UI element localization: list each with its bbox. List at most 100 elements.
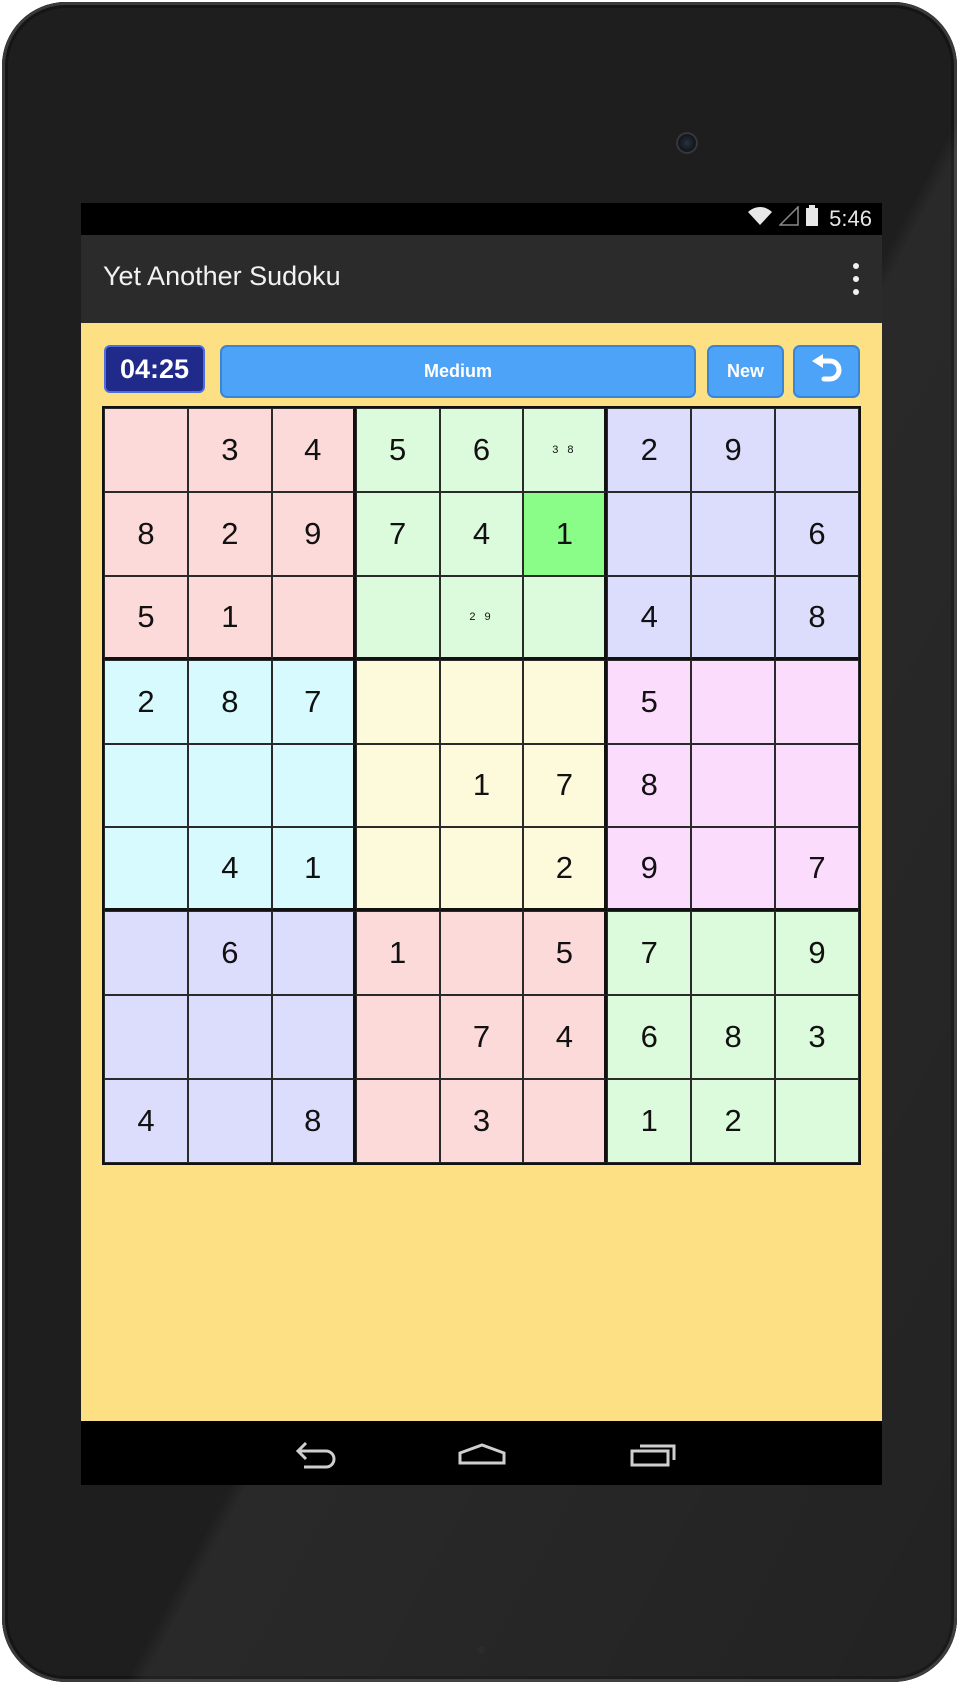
sudoku-cell[interactable]: 1	[187, 575, 272, 660]
navigation-bar	[81, 1421, 882, 1485]
sudoku-cell[interactable]	[271, 995, 356, 1080]
sudoku-cell[interactable]: 8	[104, 491, 188, 576]
sudoku-cell[interactable]	[439, 659, 524, 744]
action-bar: Yet Another Sudoku	[81, 235, 882, 325]
sudoku-cell[interactable]: 5	[355, 408, 440, 492]
sudoku-cell[interactable]: 1	[523, 491, 608, 576]
sudoku-cell[interactable]	[271, 911, 356, 996]
status-time: 5:46	[829, 206, 872, 231]
sudoku-cell[interactable]: 6	[775, 491, 859, 576]
sudoku-cell[interactable]: 3	[439, 1079, 524, 1163]
sudoku-cell-notes[interactable]: 2 9	[439, 575, 524, 660]
sudoku-cell[interactable]	[775, 1079, 859, 1163]
sudoku-cell[interactable]: 7	[607, 911, 692, 996]
sudoku-cell[interactable]: 7	[523, 743, 608, 828]
sudoku-cell[interactable]	[104, 827, 188, 912]
sudoku-cell[interactable]: 9	[775, 911, 859, 996]
sudoku-cell[interactable]	[523, 575, 608, 660]
sudoku-cell[interactable]: 4	[439, 491, 524, 576]
sudoku-cell[interactable]: 7	[271, 659, 356, 744]
sudoku-cell[interactable]: 4	[607, 575, 692, 660]
sudoku-cell[interactable]	[104, 408, 188, 492]
sudoku-cell[interactable]	[355, 827, 440, 912]
sudoku-cell[interactable]: 8	[271, 1079, 356, 1163]
sudoku-cell[interactable]: 4	[104, 1079, 188, 1163]
sudoku-cell[interactable]	[271, 743, 356, 828]
sudoku-cell[interactable]: 8	[775, 575, 859, 660]
sudoku-cell[interactable]	[355, 743, 440, 828]
sudoku-cell[interactable]: 5	[607, 659, 692, 744]
back-icon	[286, 1441, 346, 1477]
game-content: 04:25 Medium New 34563 8298297416512 948…	[81, 323, 882, 1421]
sudoku-board: 34563 8298297416512 94828751784129761579…	[102, 406, 861, 1165]
sudoku-cell[interactable]: 4	[187, 827, 272, 912]
sudoku-cell[interactable]	[104, 995, 188, 1080]
sudoku-cell[interactable]	[104, 911, 188, 996]
sudoku-cell[interactable]: 7	[355, 491, 440, 576]
sudoku-cell[interactable]: 6	[439, 408, 524, 492]
new-game-button[interactable]: New	[707, 345, 784, 398]
undo-icon	[810, 354, 844, 389]
overflow-menu-icon[interactable]	[848, 263, 864, 295]
sudoku-cell[interactable]: 6	[187, 911, 272, 996]
sudoku-cell[interactable]	[691, 911, 776, 996]
sudoku-cell[interactable]	[523, 659, 608, 744]
sudoku-cell[interactable]	[691, 491, 776, 576]
sudoku-cell[interactable]	[523, 1079, 608, 1163]
sudoku-cell[interactable]	[355, 659, 440, 744]
sudoku-cell[interactable]	[691, 659, 776, 744]
sudoku-cell[interactable]: 1	[439, 743, 524, 828]
sudoku-cell[interactable]: 3	[187, 408, 272, 492]
sudoku-cell[interactable]: 9	[691, 408, 776, 492]
sudoku-cell[interactable]	[691, 743, 776, 828]
sudoku-cell[interactable]	[775, 743, 859, 828]
home-button[interactable]	[452, 1433, 512, 1473]
sudoku-cell[interactable]: 2	[104, 659, 188, 744]
sudoku-cell[interactable]	[607, 491, 692, 576]
sudoku-cell[interactable]	[439, 911, 524, 996]
sudoku-cell[interactable]: 1	[355, 911, 440, 996]
sudoku-cell[interactable]: 4	[271, 408, 356, 492]
sudoku-cell[interactable]: 7	[775, 827, 859, 912]
tablet-device: 5:46 Yet Another Sudoku 04:25 Medium New	[2, 2, 957, 1682]
back-button[interactable]	[286, 1433, 346, 1473]
sudoku-cell[interactable]: 9	[271, 491, 356, 576]
sudoku-cell[interactable]: 4	[523, 995, 608, 1080]
sudoku-cell[interactable]	[355, 575, 440, 660]
sudoku-cell[interactable]: 5	[523, 911, 608, 996]
sudoku-cell[interactable]	[187, 995, 272, 1080]
sudoku-cell[interactable]	[271, 575, 356, 660]
sudoku-cell[interactable]: 2	[523, 827, 608, 912]
sudoku-cell[interactable]	[691, 827, 776, 912]
sudoku-cell[interactable]	[775, 659, 859, 744]
light-sensor	[477, 1646, 485, 1654]
undo-button[interactable]	[793, 345, 860, 398]
difficulty-button[interactable]: Medium	[220, 345, 696, 398]
sudoku-cell-notes[interactable]: 3 8	[523, 408, 608, 492]
sudoku-cell[interactable]	[355, 995, 440, 1080]
sudoku-cell[interactable]: 2	[607, 408, 692, 492]
sudoku-cell[interactable]: 2	[187, 491, 272, 576]
sudoku-cell[interactable]: 9	[607, 827, 692, 912]
app-title: Yet Another Sudoku	[103, 261, 341, 291]
sudoku-cell[interactable]	[439, 827, 524, 912]
sudoku-cell[interactable]: 2	[691, 1079, 776, 1163]
sudoku-cell[interactable]: 8	[187, 659, 272, 744]
sudoku-cell[interactable]	[187, 1079, 272, 1163]
sudoku-cell[interactable]: 5	[104, 575, 188, 660]
sudoku-cell[interactable]	[187, 743, 272, 828]
recents-button[interactable]	[624, 1433, 684, 1473]
sudoku-cell[interactable]: 7	[439, 995, 524, 1080]
sudoku-cell[interactable]	[355, 1079, 440, 1163]
sudoku-cell[interactable]: 8	[607, 743, 692, 828]
sudoku-cell[interactable]: 6	[607, 995, 692, 1080]
battery-icon	[805, 205, 819, 233]
sudoku-cell[interactable]: 1	[607, 1079, 692, 1163]
sudoku-cell[interactable]: 1	[271, 827, 356, 912]
sudoku-cell[interactable]: 8	[691, 995, 776, 1080]
cell-signal-icon	[778, 205, 799, 232]
sudoku-cell[interactable]: 3	[775, 995, 859, 1080]
sudoku-cell[interactable]	[691, 575, 776, 660]
sudoku-cell[interactable]	[775, 408, 859, 492]
sudoku-cell[interactable]	[104, 743, 188, 828]
